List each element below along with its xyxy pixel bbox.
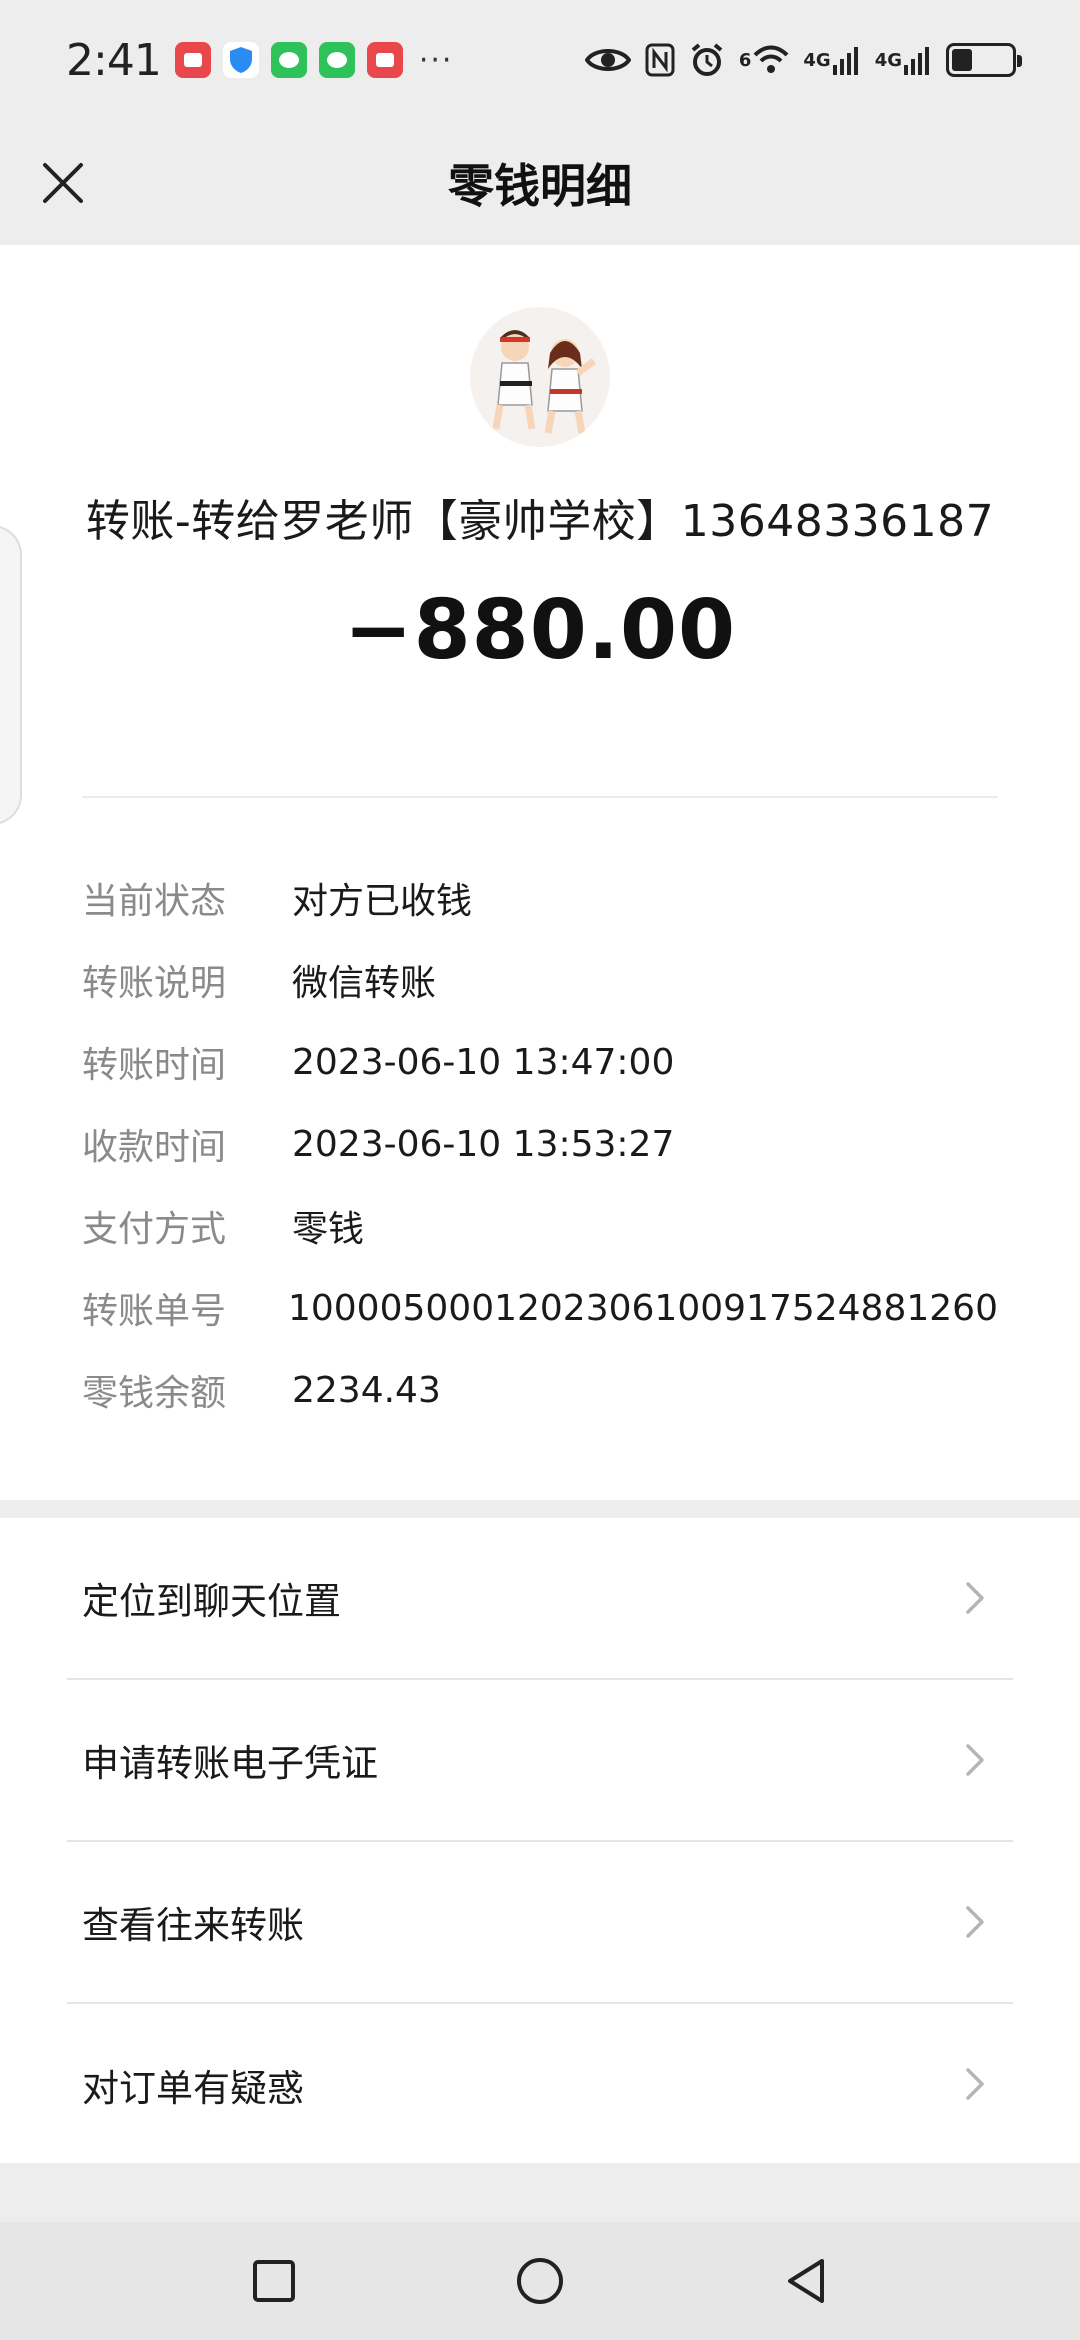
nav-bar: 零钱明细 <box>0 120 1080 245</box>
detail-label: 转账说明 <box>82 963 227 1004</box>
detail-label: 转账单号 <box>82 1291 227 1332</box>
order-question-button[interactable]: 对订单有疑惑 <box>67 2004 1013 2166</box>
chevron-right-icon <box>955 1902 995 1942</box>
view-transfers-button[interactable]: 查看往来转账 <box>67 1842 1013 2004</box>
chevron-right-icon <box>955 2064 995 2104</box>
home-button[interactable] <box>512 2253 568 2309</box>
detail-label: 转账时间 <box>82 1045 227 1086</box>
wechat-notification-icon <box>270 42 307 78</box>
action-label: 定位到聊天位置 <box>82 1580 341 1623</box>
signal-icon: 4G <box>875 45 932 75</box>
transaction-card: 转账-转给罗老师【豪帅学校】13648336187 −880.00 当前状态 对… <box>0 245 1080 1500</box>
transaction-amount: −880.00 <box>343 583 737 678</box>
chevron-right-icon <box>955 1740 995 1780</box>
system-nav-bar <box>0 2222 1080 2340</box>
detail-value: 零钱 <box>292 1209 365 1250</box>
detail-value: 1000050001202306100917524881260 <box>287 1287 998 1329</box>
detail-row-payment-method: 支付方式 零钱 <box>82 1185 998 1267</box>
notification-icons: ··· <box>174 42 454 78</box>
app-notification-icon <box>174 42 211 78</box>
alarm-icon <box>689 42 725 78</box>
avatar <box>470 307 610 447</box>
eye-icon <box>584 45 631 75</box>
detail-list: 当前状态 对方已收钱 转账说明 微信转账 转账时间 2023-06-10 13:… <box>82 857 998 1431</box>
payee-description: 转账-转给罗老师【豪帅学校】13648336187 <box>85 496 995 547</box>
circle-icon <box>517 2258 563 2304</box>
system-status-icons: 6 4G 4G <box>584 42 1022 78</box>
locate-chat-button[interactable]: 定位到聊天位置 <box>67 1518 1013 1680</box>
wechat-notification-icon <box>318 42 355 78</box>
detail-value: 对方已收钱 <box>292 881 473 922</box>
action-label: 申请转账电子凭证 <box>82 1742 378 1785</box>
detail-label: 当前状态 <box>82 881 227 922</box>
page-title: 零钱明细 <box>448 158 632 213</box>
recent-apps-button[interactable] <box>246 2253 302 2309</box>
detail-value: 2234.43 <box>292 1369 441 1411</box>
close-icon <box>43 163 83 203</box>
detail-row-status: 当前状态 对方已收钱 <box>82 857 998 939</box>
detail-label: 支付方式 <box>82 1209 227 1250</box>
triangle-back-icon <box>788 2259 824 2303</box>
detail-value: 2023-06-10 13:47:00 <box>292 1041 675 1083</box>
battery-icon <box>946 43 1022 77</box>
action-label: 对订单有疑惑 <box>82 2067 304 2110</box>
detail-row-balance: 零钱余额 2234.43 <box>82 1349 998 1431</box>
signal-icon: 4G <box>803 45 860 75</box>
status-bar: 2:41 ··· 6 4G 4G <box>0 0 1080 120</box>
detail-value: 2023-06-10 13:53:27 <box>292 1123 675 1165</box>
close-button[interactable] <box>28 148 98 218</box>
action-list: 定位到聊天位置 申请转账电子凭证 查看往来转账 对订单有疑惑 <box>0 1518 1080 2163</box>
more-notifications-icon: ··· <box>418 42 454 78</box>
detail-label: 收款时间 <box>82 1127 227 1168</box>
detail-label: 零钱余额 <box>82 1373 227 1414</box>
detail-row-receive-time: 收款时间 2023-06-10 13:53:27 <box>82 1103 998 1185</box>
request-receipt-button[interactable]: 申请转账电子凭证 <box>67 1680 1013 1842</box>
shield-icon <box>222 42 259 78</box>
nfc-icon <box>645 43 675 77</box>
square-icon <box>253 2260 295 2302</box>
back-button[interactable] <box>778 2253 834 2309</box>
chevron-right-icon <box>955 1578 995 1618</box>
divider <box>82 796 998 798</box>
detail-row-transfer-time: 转账时间 2023-06-10 13:47:00 <box>82 1021 998 1103</box>
transaction-detail-page: 2:41 ··· 6 4G 4G 零钱明细 转账-转给罗老师【豪帅学校】1364… <box>0 0 1080 2340</box>
detail-row-note: 转账说明 微信转账 <box>82 939 998 1021</box>
action-label: 查看往来转账 <box>82 1904 304 1947</box>
wifi-icon: 6 <box>739 45 790 75</box>
app-notification-icon <box>366 42 403 78</box>
detail-row-order-number: 转账单号 1000050001202306100917524881260 <box>82 1267 998 1349</box>
status-time: 2:41 <box>66 34 162 86</box>
detail-value: 微信转账 <box>292 963 437 1004</box>
